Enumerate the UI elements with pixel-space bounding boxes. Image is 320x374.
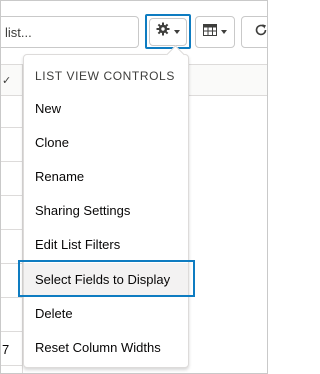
table-icon (203, 23, 217, 41)
row-divider (1, 161, 23, 162)
refresh-icon (254, 23, 267, 42)
gear-icon (156, 22, 170, 41)
chevron-down-icon (221, 30, 227, 34)
row-divider (1, 263, 23, 264)
row-divider (1, 127, 23, 128)
row-divider (1, 331, 23, 332)
menu-item-clone[interactable]: Clone (24, 126, 188, 160)
chevron-down-icon (174, 29, 180, 34)
row-number: 7 (2, 342, 10, 357)
row-divider (1, 195, 23, 196)
row-divider (1, 365, 23, 366)
row-divider (1, 229, 23, 230)
menu-item-new[interactable]: New (24, 92, 188, 126)
menu-item-sharing-settings[interactable]: Sharing Settings (24, 194, 188, 228)
menu-item-reset-column-widths[interactable]: Reset Column Widths (24, 331, 188, 365)
refresh-button[interactable] (241, 16, 267, 48)
menu-item-select-fields[interactable]: Select Fields to Display (24, 263, 188, 297)
list-view-controls-inner (149, 17, 187, 46)
row-divider (1, 297, 23, 298)
menu-header: LIST VIEW CONTROLS (35, 69, 175, 83)
menu-item-edit-list-filters[interactable]: Edit List Filters (24, 228, 188, 262)
display-as-button[interactable] (195, 16, 235, 48)
list-view-controls-button[interactable] (145, 14, 191, 49)
menu-item-delete[interactable]: Delete (24, 297, 188, 331)
list-view-controls-menu: LIST VIEW CONTROLS New Clone Rename Shar… (23, 45, 189, 368)
check-icon: ✓ (2, 75, 12, 87)
search-input[interactable] (1, 16, 139, 48)
app-frame: ✓ 7 LIST VIEW CONTROLS New Clone Rename … (0, 0, 268, 374)
menu-item-rename[interactable]: Rename (24, 160, 188, 194)
